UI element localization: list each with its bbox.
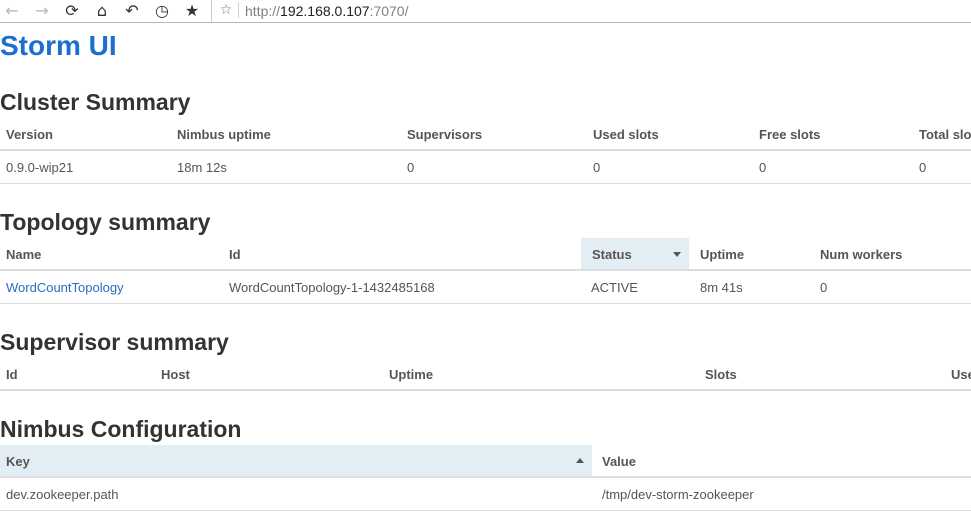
- column-header-used-slots[interactable]: Used slots: [945, 358, 971, 389]
- url-port: :7070/: [369, 3, 409, 19]
- cell-version: 0.9.0-wip21: [6, 159, 74, 175]
- table-row: 0.9.0-wip21 18m 12s 0 0 0 0: [0, 151, 971, 184]
- column-header-status-label: Status: [592, 247, 632, 262]
- cell-topology-name: WordCountTopology: [0, 271, 223, 303]
- reload-icon[interactable]: ⟳: [60, 0, 84, 20]
- bookmarks-star-icon[interactable]: ★: [180, 0, 204, 20]
- cluster-summary-title: Cluster Summary: [0, 89, 191, 115]
- topology-summary-title: Topology summary: [0, 209, 211, 235]
- table-header-row: Version Nimbus uptime Supervisors Used s…: [0, 118, 971, 151]
- cell-uptime: 8m 41s: [700, 279, 743, 295]
- app-title[interactable]: Storm UI: [0, 28, 117, 64]
- column-header-num-workers[interactable]: Num workers: [809, 238, 971, 269]
- column-header-key-label: Key: [6, 454, 30, 469]
- column-header-uptime[interactable]: Uptime: [383, 358, 699, 389]
- forward-icon[interactable]: →: [30, 0, 54, 20]
- url-scheme: http://: [245, 3, 281, 19]
- cluster-summary-table: Version Nimbus uptime Supervisors Used s…: [0, 118, 971, 184]
- topology-summary-table: Name Id Status Uptime Num workers WordCo…: [0, 238, 971, 304]
- cell-total-slots: 0: [919, 159, 927, 175]
- cell-topology-id: WordCountTopology-1-1432485168: [229, 279, 435, 295]
- column-header-supervisors[interactable]: Supervisors: [401, 118, 587, 149]
- column-header-nimbus-uptime[interactable]: Nimbus uptime: [171, 118, 401, 149]
- cell-used-slots: 0: [593, 159, 601, 175]
- table-header-row: Key Value: [0, 445, 971, 478]
- column-header-status[interactable]: Status: [581, 238, 689, 269]
- cell-nimbus-uptime: 18m 12s: [177, 159, 227, 175]
- column-header-version[interactable]: Version: [0, 118, 171, 149]
- table-header-row: Name Id Status Uptime Num workers: [0, 238, 971, 271]
- bookmark-page-icon[interactable]: ☆: [216, 0, 236, 20]
- cell-free-slots: 0: [759, 159, 767, 175]
- history-icon[interactable]: ◷: [150, 0, 174, 20]
- supervisor-summary-title: Supervisor summary: [0, 329, 229, 355]
- cell-supervisors: 0: [407, 159, 415, 175]
- column-header-free-slots[interactable]: Free slots: [753, 118, 913, 149]
- address-divider: [238, 2, 239, 18]
- column-header-id[interactable]: Id: [223, 238, 581, 269]
- column-header-used-slots[interactable]: Used slots: [587, 118, 753, 149]
- column-header-uptime[interactable]: Uptime: [689, 238, 809, 269]
- nimbus-configuration-title: Nimbus Configuration: [0, 416, 242, 442]
- column-header-value[interactable]: Value: [592, 445, 971, 476]
- column-header-total-slots[interactable]: Total slots: [913, 118, 971, 149]
- cell-config-value: /tmp/dev-storm-zookeeper: [602, 486, 754, 502]
- cell-num-workers: 0: [820, 279, 828, 295]
- undo-close-tab-icon[interactable]: ↶: [120, 0, 144, 20]
- column-header-slots[interactable]: Slots: [699, 358, 945, 389]
- column-header-name[interactable]: Name: [0, 238, 223, 269]
- back-icon[interactable]: ←: [0, 0, 24, 20]
- supervisor-summary-table: Id Host Uptime Slots Used slots: [0, 358, 971, 391]
- sort-ascending-icon: [576, 457, 584, 463]
- table-row: dev.zookeeper.path /tmp/dev-storm-zookee…: [0, 478, 971, 511]
- url-host: 192.168.0.107: [280, 3, 370, 19]
- column-header-id[interactable]: Id: [0, 358, 155, 389]
- address-bar-url[interactable]: http://192.168.0.107:7070/: [245, 1, 409, 21]
- browser-toolbar: ← → ⟳ ⌂ ↶ ◷ ★ ☆ http://192.168.0.107:707…: [0, 0, 971, 23]
- cell-config-key: dev.zookeeper.path: [6, 486, 119, 502]
- nimbus-configuration-table: Key Value dev.zookeeper.path /tmp/dev-st…: [0, 445, 971, 511]
- column-header-key[interactable]: Key: [0, 445, 592, 476]
- table-header-row: Id Host Uptime Slots Used slots: [0, 358, 971, 391]
- table-row: WordCountTopology WordCountTopology-1-14…: [0, 271, 971, 304]
- column-header-host[interactable]: Host: [155, 358, 383, 389]
- toolbar-divider: [211, 0, 212, 22]
- cell-status: ACTIVE: [591, 279, 638, 295]
- sort-descending-icon: [673, 251, 681, 257]
- home-icon[interactable]: ⌂: [90, 0, 114, 20]
- topology-name-link[interactable]: WordCountTopology: [6, 280, 124, 295]
